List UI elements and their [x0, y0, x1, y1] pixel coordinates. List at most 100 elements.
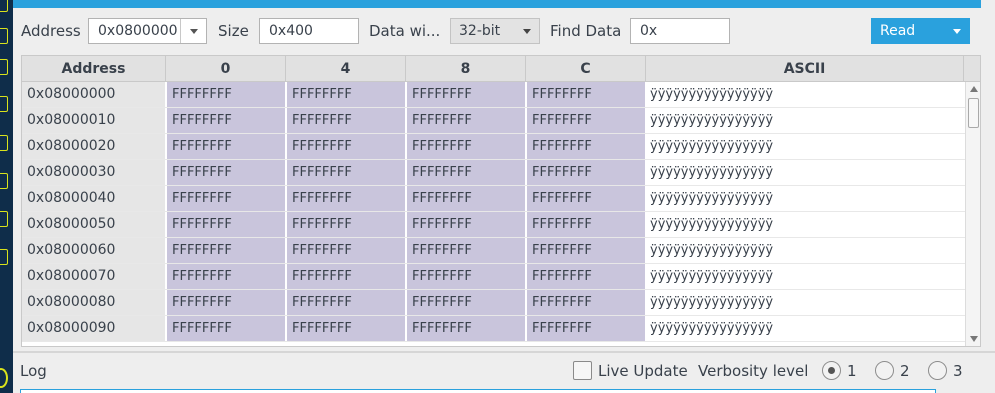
table-row[interactable]: 0x08000030 FFFFFFFF FFFFFFFF FFFFFFFF FF… [22, 160, 965, 186]
find-data-label: Find Data [550, 22, 622, 40]
data-cell[interactable]: FFFFFFFF [287, 108, 407, 133]
splitter[interactable] [13, 351, 995, 353]
data-cell[interactable]: FFFFFFFF [287, 160, 407, 185]
data-cell[interactable]: FFFFFFFF [527, 238, 647, 263]
toolbar-icon[interactable] [0, 0, 8, 12]
address-combo[interactable]: 0x0800000 [88, 18, 207, 44]
table-row[interactable]: 0x08000010 FFFFFFFF FFFFFFFF FFFFFFFF FF… [22, 108, 965, 134]
toolbar-icon[interactable] [0, 249, 8, 265]
data-cell[interactable]: FFFFFFFF [527, 82, 647, 107]
verbosity-radio-3[interactable] [928, 361, 947, 380]
data-cell[interactable]: FFFFFFFF [527, 212, 647, 237]
data-cell[interactable]: FFFFFFFF [287, 212, 407, 237]
address-cell: 0x08000090 [22, 316, 167, 341]
column-header-ascii[interactable]: ASCII [646, 56, 964, 82]
log-output[interactable] [20, 389, 936, 393]
scroll-thumb[interactable] [968, 98, 979, 128]
read-button[interactable]: Read [871, 18, 970, 44]
data-cell[interactable]: FFFFFFFF [407, 82, 527, 107]
verbosity-radio-1[interactable] [822, 361, 841, 380]
column-header-address[interactable]: Address [22, 56, 166, 82]
data-cell[interactable]: FFFFFFFF [287, 264, 407, 289]
data-cell[interactable]: FFFFFFFF [167, 238, 287, 263]
data-cell[interactable]: FFFFFFFF [407, 108, 527, 133]
table-row[interactable]: 0x08000090 FFFFFFFF FFFFFFFF FFFFFFFF FF… [22, 316, 965, 342]
data-cell[interactable]: FFFFFFFF [527, 160, 647, 185]
chevron-down-icon[interactable] [180, 19, 206, 43]
data-cell[interactable]: FFFFFFFF [527, 290, 647, 315]
address-cell: 0x08000060 [22, 238, 167, 263]
accent-bar [13, 0, 981, 8]
data-cell[interactable]: FFFFFFFF [287, 186, 407, 211]
data-cell[interactable]: FFFFFFFF [167, 264, 287, 289]
data-cell[interactable]: FFFFFFFF [407, 212, 527, 237]
table-row[interactable]: 0x08000050 FFFFFFFF FFFFFFFF FFFFFFFF FF… [22, 212, 965, 238]
live-update-label: Live Update [598, 362, 688, 380]
data-cell[interactable]: FFFFFFFF [527, 316, 647, 341]
data-cell[interactable]: FFFFFFFF [527, 134, 647, 159]
side-toolbar [0, 0, 13, 393]
data-cell[interactable]: FFFFFFFF [167, 160, 287, 185]
toolbar-icon[interactable] [0, 96, 8, 112]
data-cell[interactable]: FFFFFFFF [287, 290, 407, 315]
address-cell: 0x08000000 [22, 82, 167, 107]
data-cell[interactable]: FFFFFFFF [167, 290, 287, 315]
data-cell[interactable]: FFFFFFFF [167, 212, 287, 237]
toolbar-icon[interactable] [0, 173, 8, 189]
toolbar-icon[interactable] [0, 211, 8, 227]
data-cell[interactable]: FFFFFFFF [407, 160, 527, 185]
data-cell[interactable]: FFFFFFFF [287, 134, 407, 159]
data-cell[interactable]: FFFFFFFF [287, 238, 407, 263]
column-header-4[interactable]: 4 [286, 56, 406, 82]
ascii-cell: ÿÿÿÿÿÿÿÿÿÿÿÿÿÿÿÿ [647, 160, 964, 185]
data-width-select[interactable]: 32-bit [450, 18, 540, 44]
data-cell[interactable]: FFFFFFFF [407, 290, 527, 315]
column-header-8[interactable]: 8 [406, 56, 526, 82]
data-cell[interactable]: FFFFFFFF [407, 316, 527, 341]
find-data-input[interactable]: 0x [630, 18, 730, 44]
toolbar-icon[interactable] [0, 135, 8, 151]
data-cell[interactable]: FFFFFFFF [167, 186, 287, 211]
ascii-cell: ÿÿÿÿÿÿÿÿÿÿÿÿÿÿÿÿ [647, 134, 964, 159]
toolbar-icon[interactable] [0, 59, 8, 75]
verbosity-option-label: 1 [847, 362, 857, 380]
scroll-down-icon[interactable] [970, 336, 978, 342]
data-cell[interactable]: FFFFFFFF [407, 186, 527, 211]
scroll-up-icon[interactable] [970, 86, 978, 92]
data-cell[interactable]: FFFFFFFF [287, 316, 407, 341]
address-cell: 0x08000010 [22, 108, 167, 133]
verbosity-option-label: 2 [900, 362, 910, 380]
column-header-0[interactable]: 0 [166, 56, 286, 82]
data-cell[interactable]: FFFFFFFF [407, 134, 527, 159]
data-cell[interactable]: FFFFFFFF [527, 186, 647, 211]
data-cell[interactable]: FFFFFFFF [167, 82, 287, 107]
vertical-scrollbar[interactable] [965, 82, 980, 346]
address-cell: 0x08000020 [22, 134, 167, 159]
live-update-checkbox[interactable] [573, 361, 592, 380]
address-cell: 0x08000070 [22, 264, 167, 289]
memory-table: Address 0 4 8 C ASCII 0x08000000 FFFFFFF… [21, 55, 981, 347]
toolbar-icon[interactable] [0, 28, 8, 44]
ascii-cell: ÿÿÿÿÿÿÿÿÿÿÿÿÿÿÿÿ [647, 186, 964, 211]
table-row[interactable]: 0x08000020 FFFFFFFF FFFFFFFF FFFFFFFF FF… [22, 134, 965, 160]
size-input[interactable]: 0x400 [259, 18, 359, 44]
data-cell[interactable]: FFFFFFFF [167, 134, 287, 159]
address-label: Address [21, 22, 81, 40]
data-cell[interactable]: FFFFFFFF [167, 108, 287, 133]
column-header-c[interactable]: C [526, 56, 646, 82]
data-cell[interactable]: FFFFFFFF [287, 82, 407, 107]
address-cell: 0x08000080 [22, 290, 167, 315]
size-label: Size [218, 22, 249, 40]
table-row[interactable]: 0x08000000 FFFFFFFF FFFFFFFF FFFFFFFF FF… [22, 82, 965, 108]
table-row[interactable]: 0x08000060 FFFFFFFF FFFFFFFF FFFFFFFF FF… [22, 238, 965, 264]
data-cell[interactable]: FFFFFFFF [407, 238, 527, 263]
table-row[interactable]: 0x08000040 FFFFFFFF FFFFFFFF FFFFFFFF FF… [22, 186, 965, 212]
table-row[interactable]: 0x08000070 FFFFFFFF FFFFFFFF FFFFFFFF FF… [22, 264, 965, 290]
table-row[interactable]: 0x08000080 FFFFFFFF FFFFFFFF FFFFFFFF FF… [22, 290, 965, 316]
verbosity-radio-2[interactable] [875, 361, 894, 380]
data-cell[interactable]: FFFFFFFF [407, 264, 527, 289]
data-cell[interactable]: FFFFFFFF [167, 316, 287, 341]
data-cell[interactable]: FFFFFFFF [527, 264, 647, 289]
help-icon[interactable] [0, 368, 8, 388]
data-cell[interactable]: FFFFFFFF [527, 108, 647, 133]
